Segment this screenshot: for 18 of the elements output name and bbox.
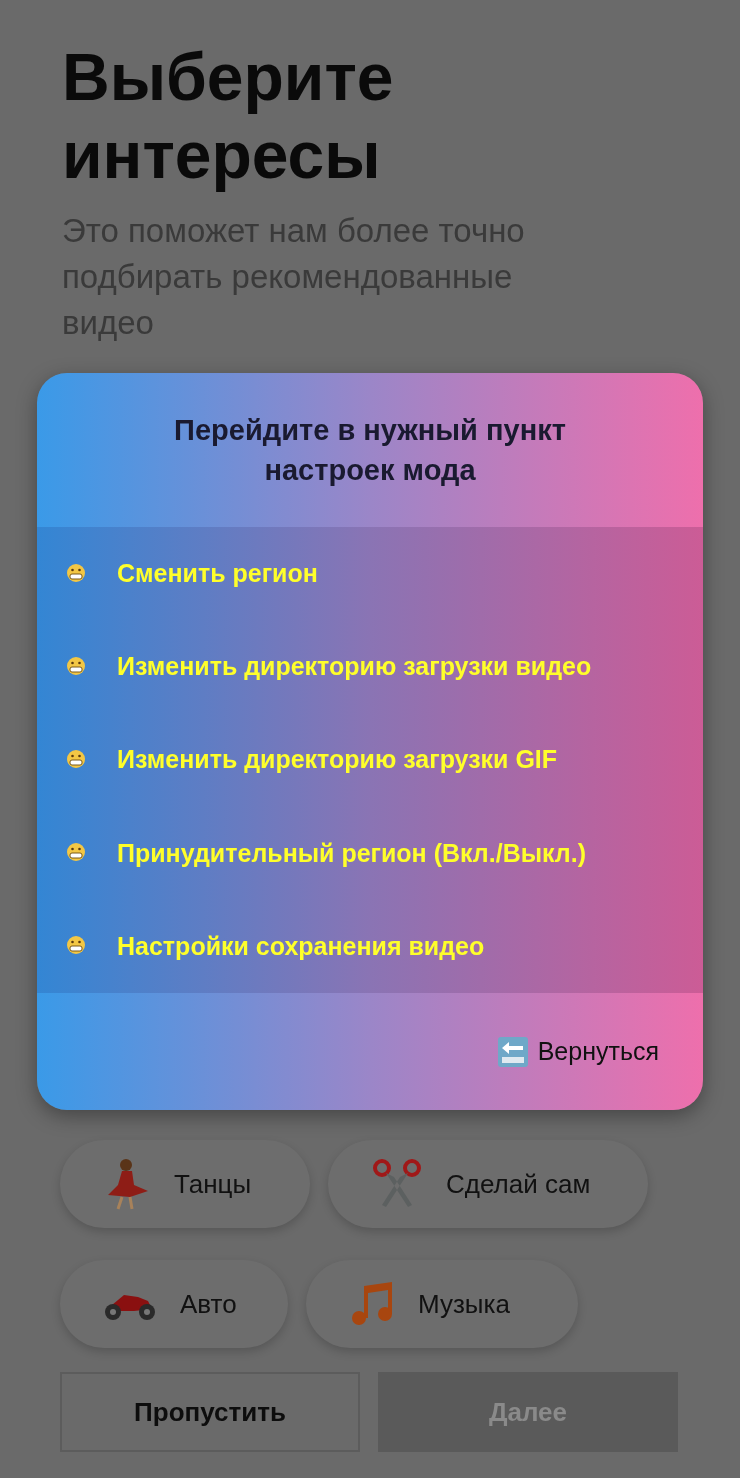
menu-item[interactable]: Сменить регион [65,559,703,589]
interest-chip[interactable]: Танцы [60,1140,310,1228]
page-title: Выберите интересы [62,39,395,194]
menu-item[interactable]: Принудительный регион (Вкл./Выкл.) [65,838,703,868]
scissors-icon [372,1159,422,1209]
skip-button[interactable]: Пропустить [60,1372,360,1452]
interest-chip[interactable]: Музыка [306,1260,578,1348]
interest-chip[interactable]: Авто [60,1260,288,1348]
grimace-emoji-icon [65,748,87,771]
grimace-emoji-icon [65,562,87,585]
interest-chip[interactable]: Сделай сам [328,1140,648,1228]
music-note-icon [350,1282,394,1326]
menu-item[interactable]: Изменить директорию загрузки видео [65,652,703,682]
dialog-title: Перейдите в нужный пункт настроек мода [173,413,567,488]
back-button[interactable]: Вернуться [497,1036,659,1067]
menu-item[interactable]: Настройки сохранения видео [65,931,703,961]
grimace-emoji-icon [65,655,87,678]
menu-item[interactable]: Изменить директорию загрузки GIF [65,745,703,775]
